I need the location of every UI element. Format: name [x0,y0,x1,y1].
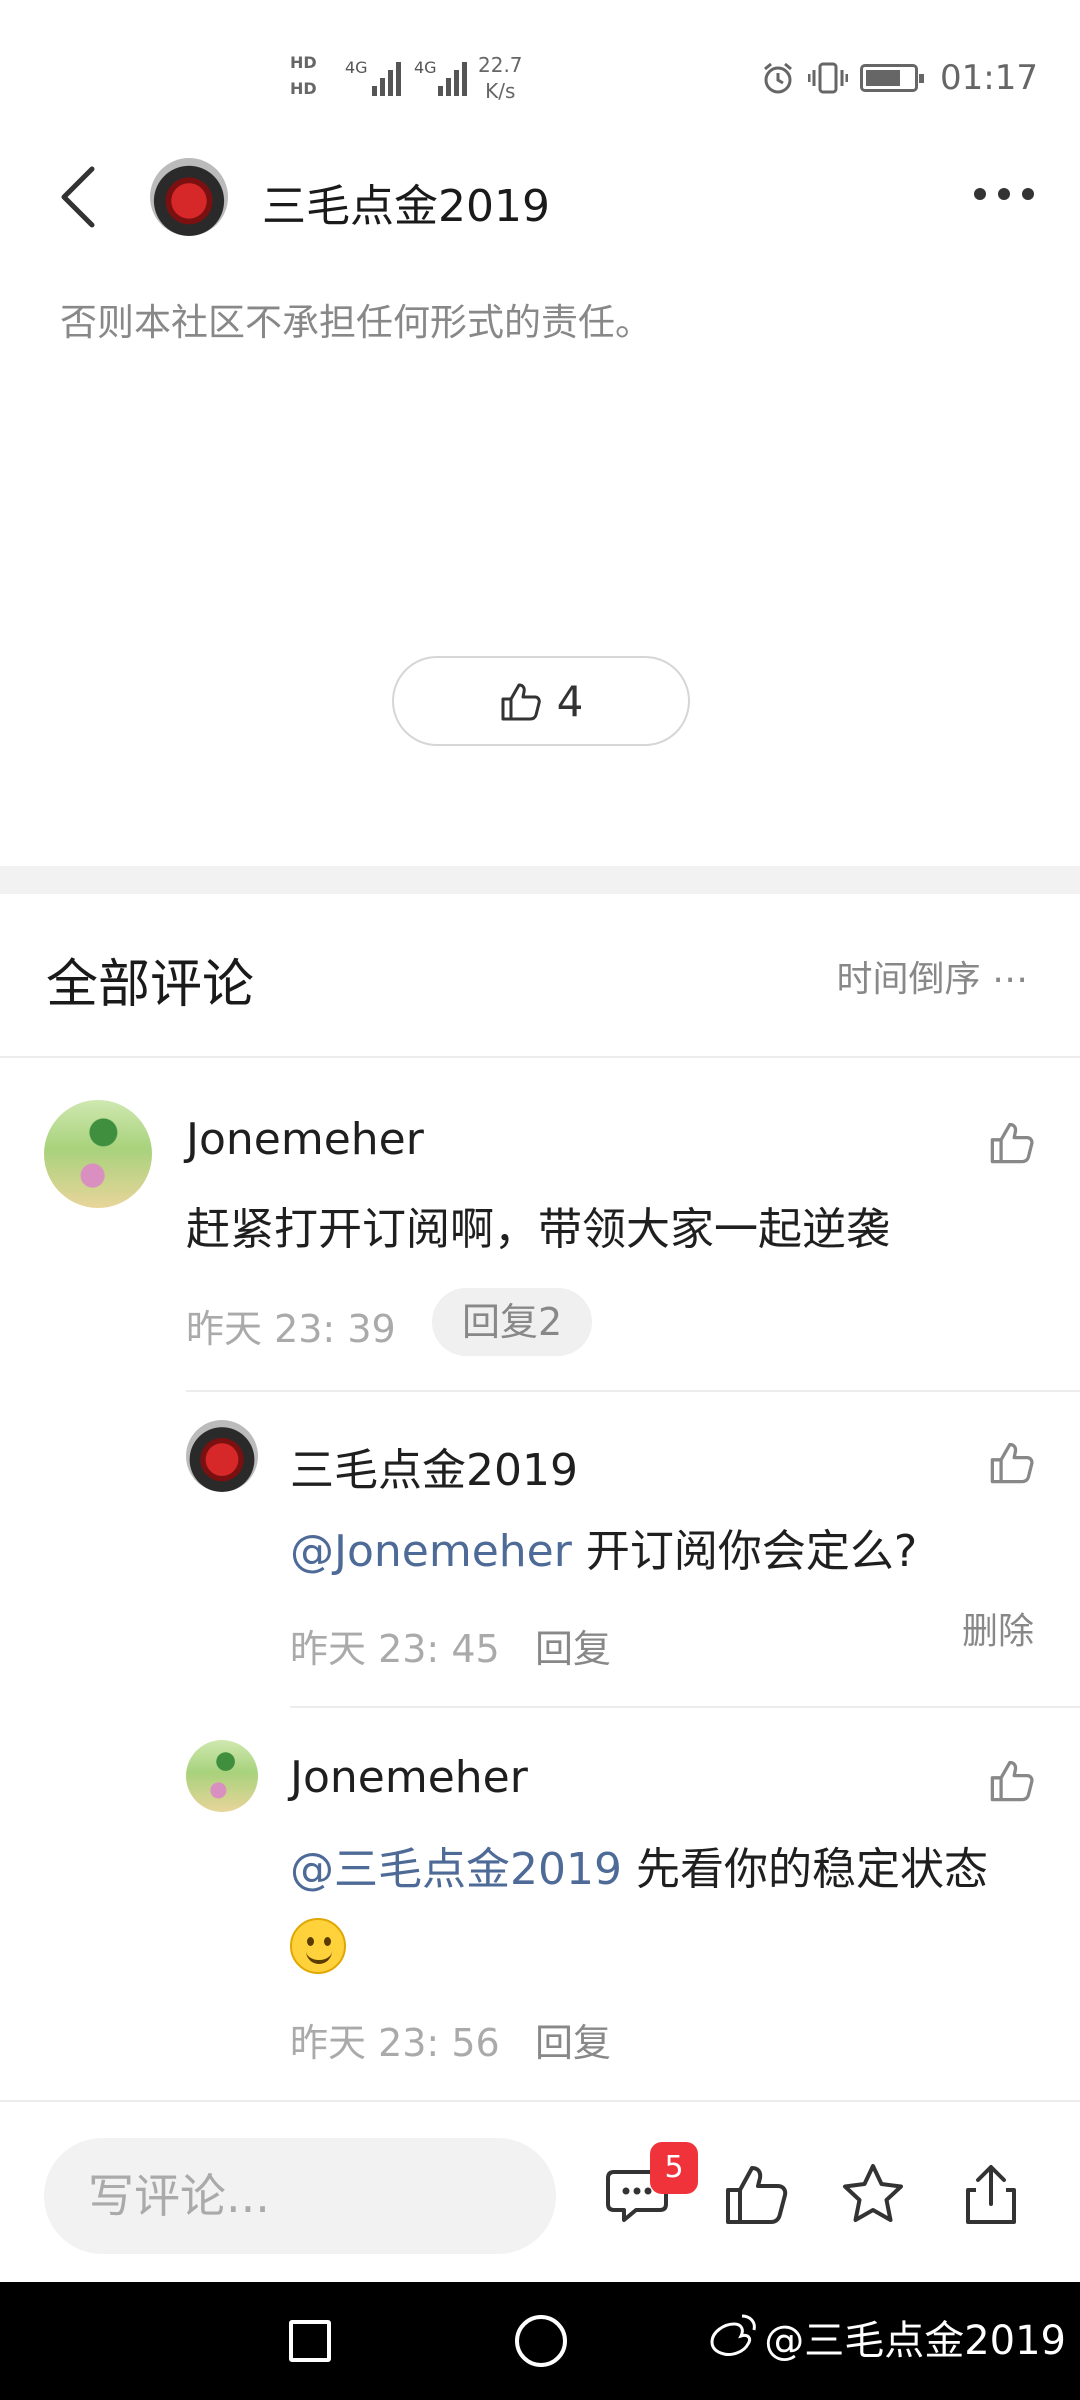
thumbs-up-icon[interactable] [722,2160,792,2230]
reply-avatar[interactable] [186,1420,258,1492]
comment-author[interactable]: Jonemeher [186,1114,424,1165]
status-right: 01:17 [760,58,1038,98]
star-icon[interactable] [838,2160,908,2230]
page-title[interactable]: 三毛点金2019 [262,170,550,234]
watermark-text: @三毛点金2019 [764,2318,1066,2364]
speed-value: 22.7 [478,53,523,77]
post-like-button[interactable]: 4 [392,656,690,746]
comments-section-title: 全部评论 [46,955,255,1015]
hd2-label: HD [290,79,317,98]
reply-author[interactable]: 三毛点金2019 [290,1434,578,1498]
hd1-label: HD [290,53,317,72]
network-type-1: 4G [345,58,368,77]
comment-text: 赶紧打开订阅啊，带领大家一起逆袭 [186,1204,890,1255]
reply-content: @Jonemeher 开订阅你会定么? [290,1514,917,1590]
system-nav-bar: @三毛点金2019 [0,2282,1080,2400]
weibo-logo-icon [710,2314,757,2356]
post-disclaimer: 否则本社区不承担任何形式的责任。 [60,301,652,344]
recent-apps-button[interactable] [289,2320,331,2362]
divider [290,1706,1080,1708]
reply-author[interactable]: Jonemeher [290,1752,528,1803]
view-replies-button[interactable]: 回复2 [432,1288,593,1356]
sort-order-button[interactable]: 时间倒序 ⋯ [837,950,1028,1002]
signal-icon [438,60,472,96]
section-divider [0,866,1080,894]
thumbs-up-icon [501,683,541,721]
vibrate-icon [808,62,849,94]
comment-input[interactable]: 写评论... [44,2138,556,2254]
reply-button[interactable]: 回复 [535,1618,611,1673]
reply-content: @三毛点金2019 先看你的稳定状态 [290,1832,1050,1908]
comment-time: 昨天 23: 39 [186,1307,396,1351]
comment-like-icon[interactable] [988,1118,1036,1166]
status-bar: HD HD 4G 4G 22.7 K/s 01:17 [0,0,1080,150]
smile-emoji-icon [290,1918,346,1974]
network-speed: 22.7 K/s [478,52,523,104]
speed-unit: K/s [485,79,516,103]
reply-mention[interactable]: @三毛点金2019 [290,1844,622,1895]
reply-text: 先看你的稳定状态 [621,1844,988,1895]
divider [0,1056,1080,1058]
more-options-icon[interactable] [974,188,1034,204]
comment-count-badge: 5 [650,2142,698,2194]
like-count: 4 [556,676,584,726]
alarm-icon [764,62,792,94]
delete-button[interactable]: 删除 [962,1602,1034,1654]
reply-like-icon[interactable] [988,1756,1036,1804]
battery-icon [860,64,925,92]
reply-button[interactable]: 回复 [535,2012,611,2067]
reply-text: 开订阅你会定么? [571,1526,918,1577]
author-avatar[interactable] [150,158,228,236]
commenter-avatar[interactable] [44,1100,152,1208]
reply-avatar[interactable] [186,1740,258,1812]
watermark: @三毛点金2019 [708,2308,1066,2366]
reply-like-icon[interactable] [988,1438,1036,1486]
divider [186,1390,1080,1392]
reply-mention[interactable]: @Jonemeher [290,1526,572,1577]
back-arrow-icon[interactable] [56,165,100,229]
clock: 01:17 [940,58,1038,98]
home-button[interactable] [515,2315,567,2367]
hd-indicator: HD HD [290,50,317,102]
share-icon[interactable] [956,2160,1026,2230]
reply-time: 昨天 23: 45 [290,1627,500,1671]
network-type-2: 4G [414,58,437,77]
signal-icon [372,60,406,96]
reply-time: 昨天 23: 56 [290,2021,500,2065]
bottom-action-bar: 写评论... 5 [0,2100,1080,2282]
